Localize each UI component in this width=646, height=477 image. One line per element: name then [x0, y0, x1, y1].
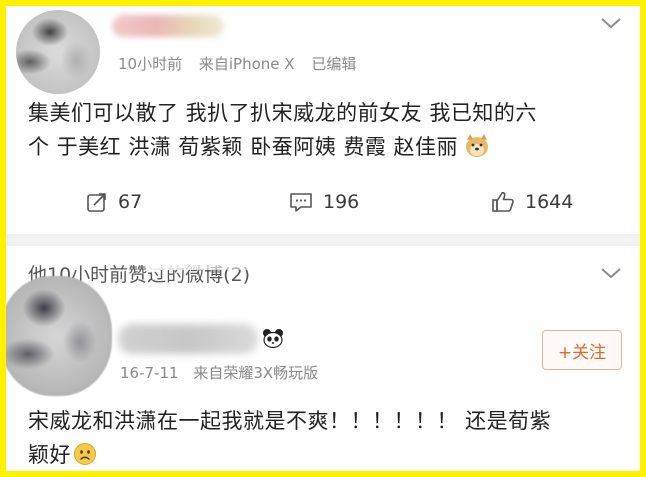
post-source: 来自荣耀3X畅玩版: [193, 364, 319, 382]
section-separator: [6, 234, 640, 246]
post-text-line-with-emoji: 颖好: [28, 438, 628, 471]
avatar[interactable]: [6, 276, 112, 396]
like-count: 1644: [525, 191, 574, 213]
doge-emoji-icon: [466, 134, 489, 157]
repost-icon: [87, 193, 106, 212]
liked-posts-header[interactable]: 他10小时前赞过的微博(2): [6, 246, 640, 304]
comment-icon: [290, 193, 312, 212]
chevron-down-icon[interactable]: [600, 16, 622, 30]
panda-badge-icon: [263, 329, 283, 348]
repost-count: 67: [118, 191, 143, 213]
comment-count: 196: [323, 191, 360, 213]
post-text-line: 颖好: [28, 443, 71, 467]
weibo-post: 10小时前 来自iPhone X 已编辑 集美们可以散了 我扒了扒宋威龙的前女友…: [6, 6, 640, 246]
post-source: 来自iPhone X: [198, 55, 295, 73]
post-text: 宋威龙和洪潇在一起我就是不爽！！！！！！ 还是荀紫 颖好: [28, 404, 628, 471]
post-time: 10小时前: [118, 55, 183, 73]
header-fade-overlay: [146, 254, 286, 270]
post-text: 集美们可以散了 我扒了扒宋威龙的前女友 我已知的六 个 于美红 洪潇 荀紫颖 卧…: [28, 96, 628, 164]
post-date: 16-7-11: [120, 364, 179, 382]
avatar[interactable]: [16, 10, 100, 94]
post-text-line: 宋威龙和洪潇在一起我就是不爽！！！！！！ 还是荀紫: [28, 409, 552, 433]
post-text-line: 集美们可以散了 我扒了扒宋威龙的前女友 我已知的六: [28, 101, 537, 125]
thumbs-up-icon: [492, 191, 514, 212]
comment-button[interactable]: 196: [289, 183, 359, 221]
post-actions: 67 196 1644: [6, 183, 640, 221]
follow-button[interactable]: +关注: [542, 330, 622, 370]
sad-face-emoji-icon: [74, 443, 96, 465]
like-button[interactable]: 1644: [491, 183, 573, 221]
post-meta: 10小时前 来自iPhone X 已编辑: [118, 53, 368, 74]
post-text-line: 个 于美红 洪潇 荀紫颖 卧蚕阿姨 费霞 赵佳丽: [28, 135, 459, 159]
post-meta: 16-7-11 来自荣耀3X畅玩版: [120, 362, 328, 383]
edited-label: 已编辑: [311, 55, 357, 73]
screenshot-frame: 10小时前 来自iPhone X 已编辑 集美们可以散了 我扒了扒宋威龙的前女友…: [0, 0, 646, 477]
repost-button[interactable]: 67: [86, 183, 142, 221]
username-blurred[interactable]: [118, 324, 258, 354]
chevron-down-icon[interactable]: [600, 266, 622, 280]
username-blurred[interactable]: [112, 15, 224, 37]
post-text-line-with-emoji: 个 于美红 洪潇 荀紫颖 卧蚕阿姨 费霞 赵佳丽: [28, 130, 628, 164]
